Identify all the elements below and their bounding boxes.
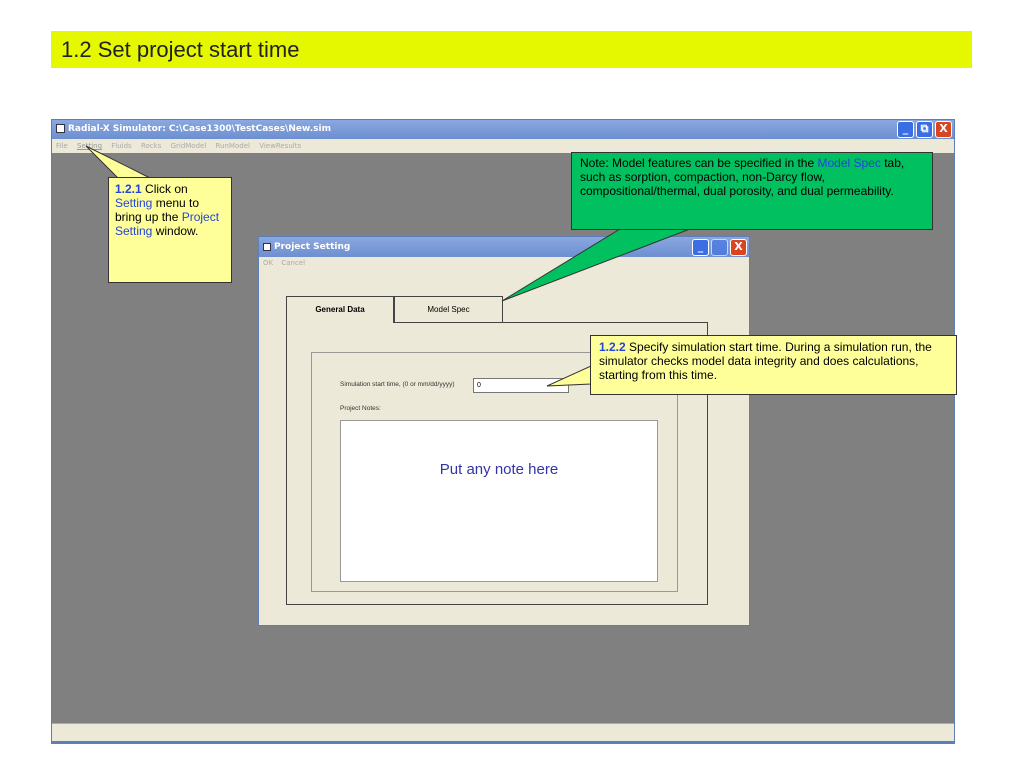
callout-2-pointer bbox=[501, 228, 691, 302]
callout-1-setting-link: Setting bbox=[115, 196, 153, 210]
callout-1-text-a: Click on bbox=[141, 182, 188, 196]
callout-model-spec-note: Note: Model features can be specified in… bbox=[571, 152, 933, 230]
callout-2-model-spec-link: Model Spec bbox=[817, 156, 881, 170]
callout-3-text: Specify simulation start time. During a … bbox=[599, 340, 932, 382]
callout-start-time: 1.2.2 Specify simulation start time. Dur… bbox=[590, 335, 957, 395]
callout-3-step: 1.2.2 bbox=[599, 340, 626, 354]
callout-1-step: 1.2.1 bbox=[115, 182, 142, 196]
callout-setting-menu: 1.2.1 Click on Setting menu to bring up … bbox=[108, 177, 232, 283]
callout-3-pointer bbox=[546, 365, 592, 387]
callout-1-pointer bbox=[85, 145, 151, 179]
callout-1-text-c: window. bbox=[152, 224, 199, 238]
callout-2-text-a: Note: Model features can be specified in… bbox=[580, 156, 818, 170]
